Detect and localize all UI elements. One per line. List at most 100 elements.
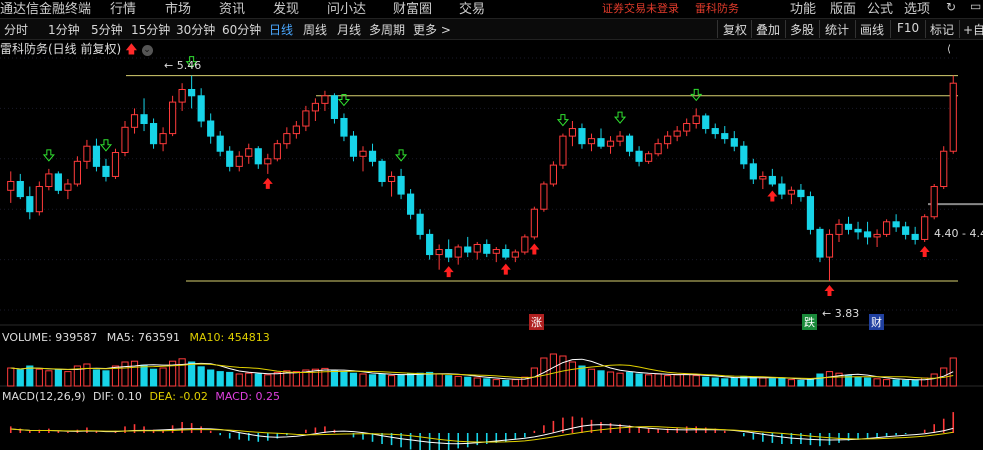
candle-body [226, 150, 234, 167]
macd-legend: MACD(12,26,9) DIF: 0.10 DEA: -0.02 MACD:… [2, 390, 280, 403]
limit-up-badge[interactable]: 涨 [529, 314, 544, 330]
limit-down-badge[interactable]: 跌 [802, 314, 817, 330]
candle-body [692, 115, 700, 125]
volume-bar [902, 379, 910, 387]
volume-bar [787, 379, 795, 387]
volume-bar [873, 378, 881, 387]
candle-body [426, 233, 434, 256]
candle-body [949, 82, 957, 152]
volume-bar [188, 361, 196, 387]
volume-bar [35, 368, 43, 387]
candle-body [863, 231, 872, 238]
candle-body [606, 140, 615, 147]
candle-body [559, 135, 567, 166]
volume-bar [587, 368, 596, 387]
volume-bar [159, 367, 167, 387]
sell-arrow-icon [556, 114, 569, 127]
candle-body [549, 164, 557, 185]
volume-bar [83, 363, 91, 387]
buy-arrow-icon [500, 263, 511, 275]
volume-bar [445, 375, 453, 387]
kline-chart[interactable] [0, 0, 983, 450]
volume-bar [511, 379, 519, 387]
candle-body [521, 236, 529, 253]
macd-name: MACD(12,26,9) [2, 390, 86, 403]
candle-body [169, 101, 177, 135]
candle-body [721, 133, 729, 140]
volume-bar [549, 353, 557, 387]
candle-body [140, 114, 148, 125]
candle-body [854, 228, 862, 233]
candle-body [149, 123, 158, 145]
candle-body [178, 89, 186, 103]
volume-bar [111, 365, 120, 387]
candle-body [254, 148, 262, 165]
signal-markers [42, 56, 930, 297]
candle-body [911, 233, 919, 240]
volume-bar [130, 360, 139, 387]
volume-bar [702, 376, 710, 387]
financial-badge[interactable]: 财 [869, 314, 884, 330]
volume-bar [683, 373, 691, 387]
volume-bar [492, 379, 500, 387]
candle-body [806, 196, 815, 230]
volume-bar [64, 371, 72, 387]
volume-bar [825, 371, 834, 387]
sell-arrow-icon [690, 88, 703, 102]
scroll-left-icon[interactable]: ⟨ [947, 44, 951, 55]
volume-bar [606, 371, 615, 387]
volume-bar [673, 374, 681, 387]
candle-body [930, 186, 938, 218]
volume-bar [454, 375, 462, 387]
candle-body [397, 175, 405, 195]
candle-body [302, 110, 310, 127]
volume-bar [359, 373, 367, 387]
candle-body [835, 223, 843, 235]
candle-body [921, 216, 929, 240]
candle-body [883, 221, 891, 235]
candle-body [273, 143, 281, 160]
candle-body [635, 150, 643, 162]
candle-body [378, 160, 386, 182]
volume-bar [416, 372, 424, 387]
low-price-label: ← 3.83 [822, 307, 860, 320]
candle-body [749, 163, 757, 180]
candle-body [673, 130, 681, 137]
volume-bar [235, 373, 243, 387]
candle-body [645, 153, 653, 162]
volume-bar [483, 378, 491, 387]
volume-bar [102, 370, 110, 387]
volume-bar [387, 375, 396, 387]
candle-body [902, 226, 910, 235]
candle-body [292, 125, 300, 135]
candle-body [387, 175, 396, 182]
candle-body [359, 150, 367, 157]
low-price-value: 3.83 [834, 307, 860, 320]
candle-body [625, 135, 634, 152]
candle-body [92, 145, 101, 167]
high-price-label: ← 5.46 [164, 59, 202, 72]
macd-dea: DEA: -0.02 [149, 390, 208, 403]
volume-bar [178, 358, 186, 387]
candle-body [216, 135, 224, 152]
candle-body [778, 183, 786, 195]
volume-bar [578, 365, 586, 387]
volume-bar [721, 378, 729, 387]
candle-body [454, 246, 462, 258]
volume-bar [368, 374, 377, 387]
candle-body [816, 228, 824, 258]
candle-body [264, 158, 272, 165]
volume-bar [692, 375, 700, 387]
candle-body [245, 148, 253, 157]
candle-body [35, 186, 43, 213]
volume-bars [7, 353, 957, 387]
candle-body [102, 165, 110, 177]
candle-body [768, 175, 776, 185]
candle-body [283, 133, 291, 145]
buy-arrow-icon [919, 245, 930, 257]
candle-body [235, 155, 243, 167]
candle-body [664, 135, 672, 145]
candle-body [16, 180, 24, 198]
volume-bar [407, 373, 415, 387]
candle-body [130, 114, 139, 128]
